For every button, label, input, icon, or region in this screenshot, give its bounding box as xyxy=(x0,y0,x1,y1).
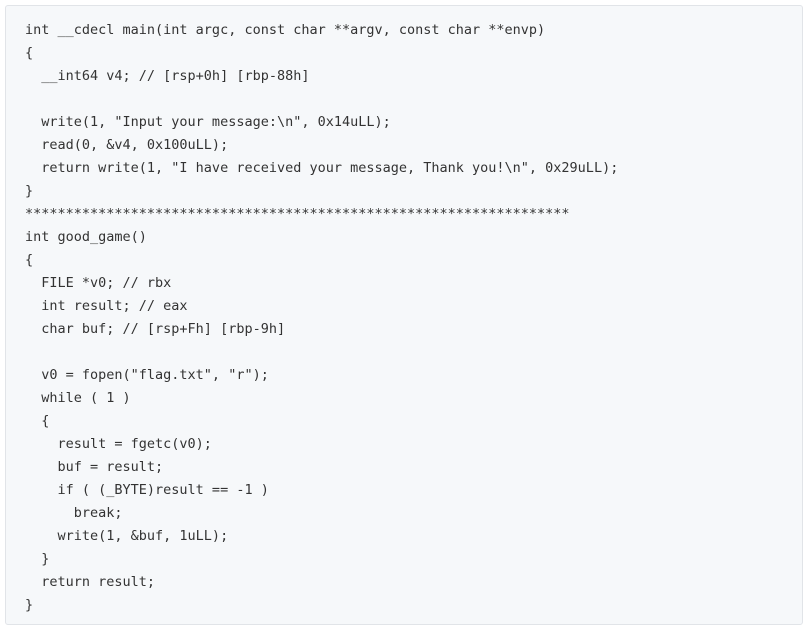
code-line: write(1, &buf, 1uLL); xyxy=(25,528,229,544)
code-line-good-game-signature: int good_game() xyxy=(25,229,147,245)
code-block: int __cdecl main(int argc, const char **… xyxy=(5,5,803,625)
code-line: write(1, "Input your message:\n", 0x14uL… xyxy=(25,114,391,130)
code-listing: int __cdecl main(int argc, const char **… xyxy=(25,19,802,617)
code-line: while ( 1 ) xyxy=(25,390,131,406)
separator-line: ****************************************… xyxy=(25,206,570,222)
code-line: result = fgetc(v0); xyxy=(25,436,212,452)
code-line: if ( (_BYTE)result == -1 ) xyxy=(25,482,269,498)
code-line: } xyxy=(25,551,50,567)
code-line: } xyxy=(25,597,34,613)
code-line: FILE *v0; // rbx xyxy=(25,275,172,291)
code-line: { xyxy=(25,45,34,61)
code-line: char buf; // [rsp+Fh] [rbp-9h] xyxy=(25,321,286,337)
code-line: } xyxy=(25,183,34,199)
code-line: buf = result; xyxy=(25,459,164,475)
code-line: return result; xyxy=(25,574,156,590)
code-line: { xyxy=(25,413,50,429)
code-line: int result; // eax xyxy=(25,298,188,314)
code-line: v0 = fopen("flag.txt", "r"); xyxy=(25,367,269,383)
code-line: { xyxy=(25,252,34,268)
code-line: return write(1, "I have received your me… xyxy=(25,160,619,176)
code-line: read(0, &v4, 0x100uLL); xyxy=(25,137,229,153)
code-line: __int64 v4; // [rsp+0h] [rbp-88h] xyxy=(25,68,310,84)
code-line-main-signature: int __cdecl main(int argc, const char **… xyxy=(25,22,546,38)
code-line: break; xyxy=(25,505,123,521)
